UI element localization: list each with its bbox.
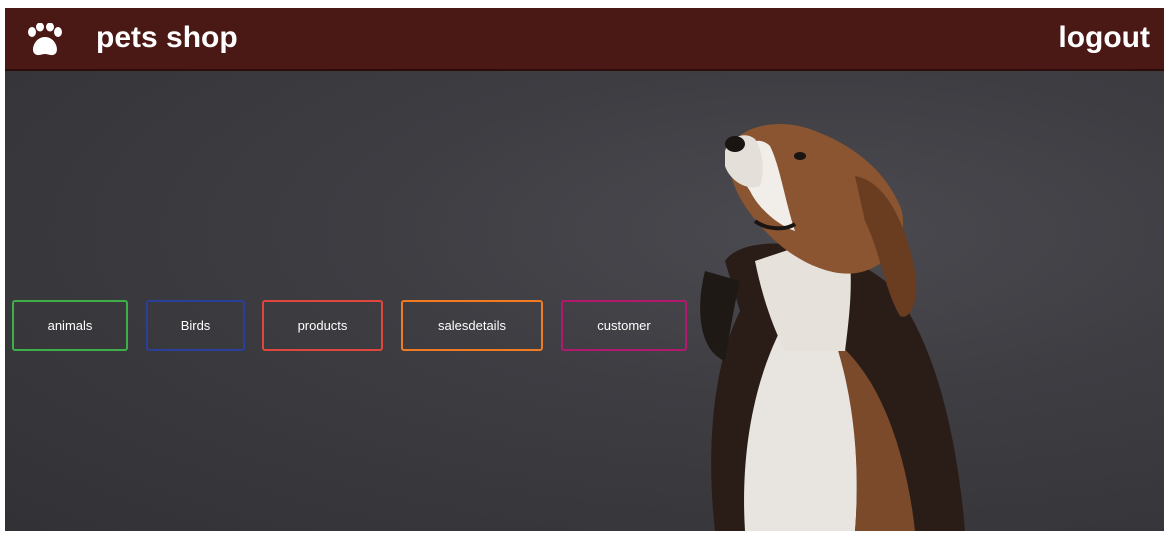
nav-button-customer[interactable]: customer [561, 300, 687, 351]
top-navbar: pets shop logout [5, 8, 1164, 71]
app-title: pets shop [96, 21, 238, 54]
app-window: pets shop logout animals Birds products … [5, 8, 1164, 531]
hero-background: animals Birds products salesdetails cust… [5, 71, 1164, 531]
beagle-dog-image [700, 123, 965, 531]
nav-button-salesdetails[interactable]: salesdetails [401, 300, 543, 351]
nav-button-products[interactable]: products [262, 300, 383, 351]
nav-button-birds[interactable]: Birds [146, 300, 245, 351]
logout-link[interactable]: logout [1058, 20, 1150, 56]
paw-icon [28, 23, 62, 56]
nav-button-animals[interactable]: animals [12, 300, 128, 351]
